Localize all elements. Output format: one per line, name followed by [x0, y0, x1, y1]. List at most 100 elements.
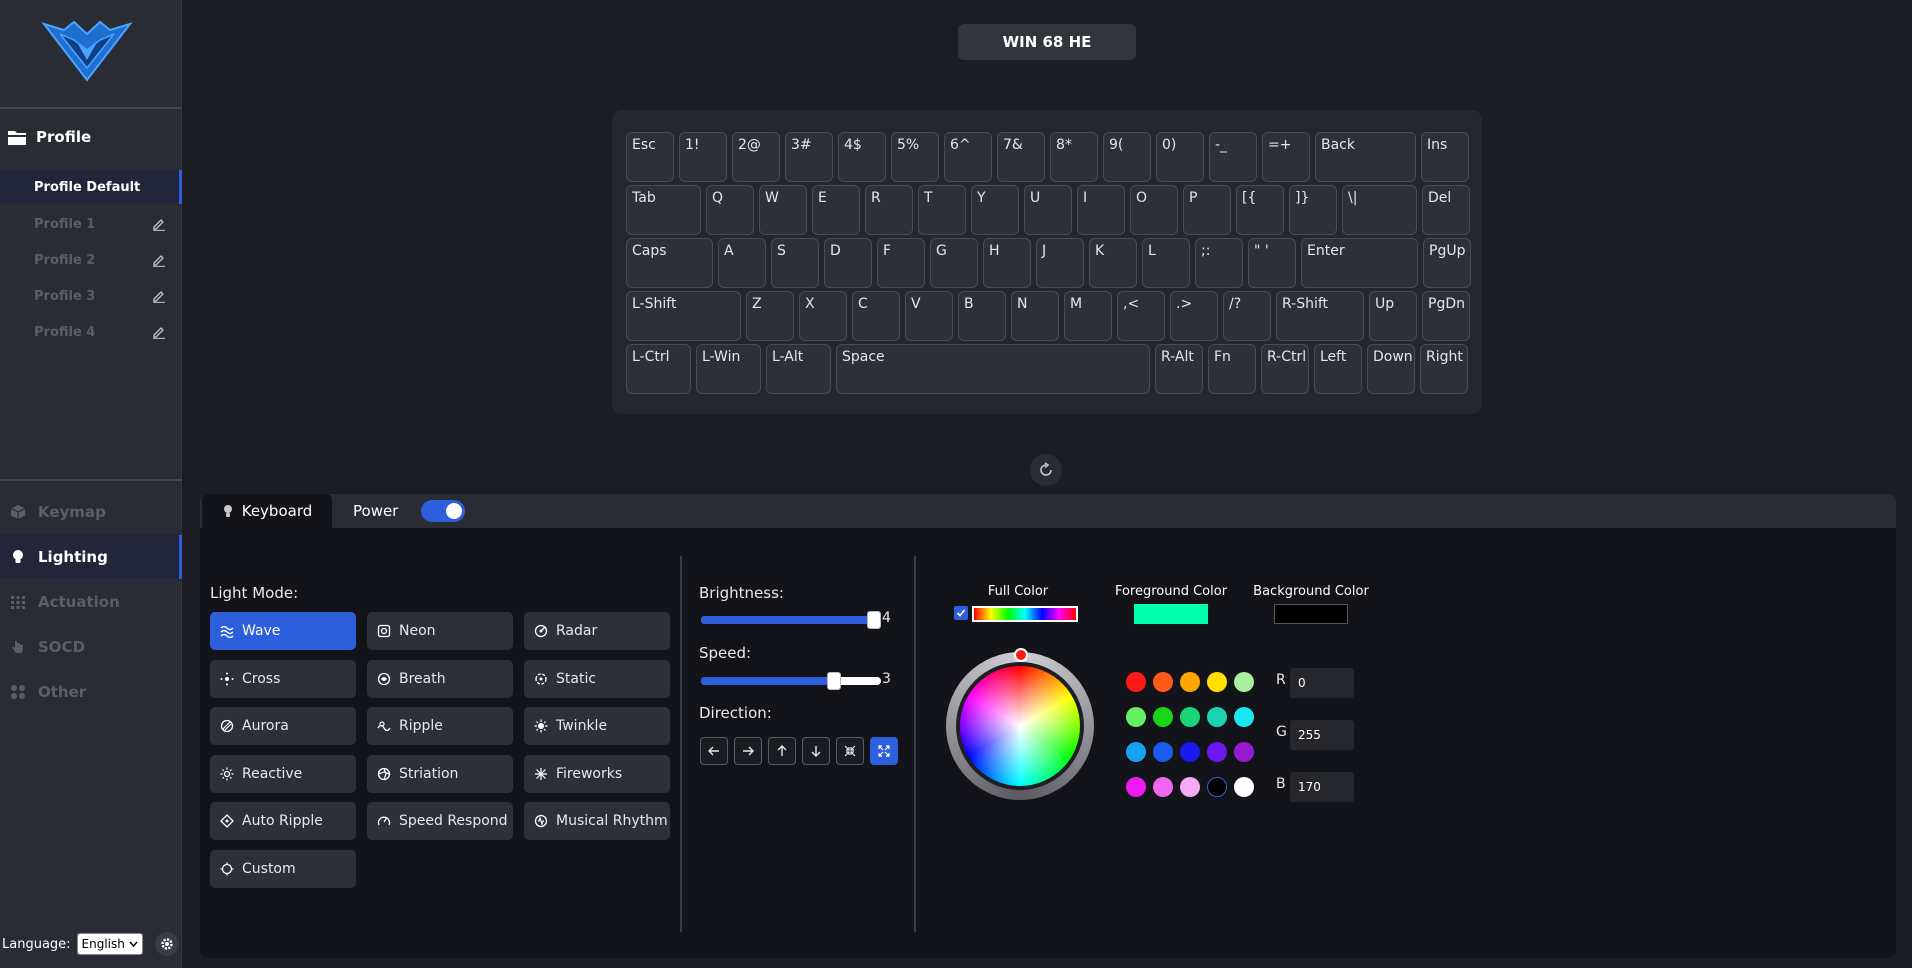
- key[interactable]: =+: [1262, 132, 1310, 182]
- direction-expand-button[interactable]: [870, 737, 898, 765]
- key[interactable]: Q: [706, 185, 754, 235]
- key[interactable]: Del: [1422, 185, 1470, 235]
- light-mode-button[interactable]: Twinkle: [524, 707, 670, 745]
- color-preset-swatch[interactable]: [1234, 742, 1254, 762]
- key[interactable]: M: [1064, 291, 1112, 341]
- key[interactable]: C: [852, 291, 900, 341]
- key[interactable]: V: [905, 291, 953, 341]
- key[interactable]: E: [812, 185, 860, 235]
- key[interactable]: R-Alt: [1155, 344, 1203, 394]
- key[interactable]: Tab: [626, 185, 701, 235]
- key[interactable]: H: [983, 238, 1031, 288]
- direction-right-button[interactable]: [734, 737, 762, 765]
- light-mode-button[interactable]: Cross: [210, 660, 356, 698]
- edit-icon[interactable]: [152, 217, 166, 231]
- color-wheel-marker[interactable]: [1014, 648, 1028, 662]
- light-mode-button[interactable]: Auto Ripple: [210, 802, 356, 840]
- key[interactable]: X: [799, 291, 847, 341]
- key[interactable]: L-Shift: [626, 291, 741, 341]
- key[interactable]: L: [1142, 238, 1190, 288]
- profile-item-4[interactable]: Profile 4: [0, 315, 182, 349]
- color-preset-swatch[interactable]: [1207, 672, 1227, 692]
- key[interactable]: A: [718, 238, 766, 288]
- key[interactable]: 4$: [838, 132, 886, 182]
- direction-left-button[interactable]: [700, 737, 728, 765]
- color-preset-swatch[interactable]: [1234, 707, 1254, 727]
- profile-item-default[interactable]: Profile Default: [0, 170, 182, 204]
- key[interactable]: 3#: [785, 132, 833, 182]
- key[interactable]: Back: [1315, 132, 1416, 182]
- tab-keyboard[interactable]: Keyboard: [202, 494, 332, 528]
- profile-item-2[interactable]: Profile 2: [0, 243, 182, 277]
- key[interactable]: R-Ctrl: [1261, 344, 1309, 394]
- nav-item-lighting[interactable]: Lighting: [0, 535, 182, 579]
- key[interactable]: Caps: [626, 238, 713, 288]
- color-preset-swatch[interactable]: [1180, 707, 1200, 727]
- reset-button[interactable]: [1030, 454, 1062, 486]
- key[interactable]: 0): [1156, 132, 1204, 182]
- nav-item-socd[interactable]: SOCD: [0, 625, 182, 669]
- key[interactable]: -_: [1209, 132, 1257, 182]
- power-toggle[interactable]: [421, 500, 465, 522]
- tab-power[interactable]: Power: [353, 502, 398, 520]
- key[interactable]: 7&: [997, 132, 1045, 182]
- color-preset-swatch[interactable]: [1234, 777, 1254, 797]
- nav-item-actuation[interactable]: Actuation: [0, 580, 182, 624]
- key[interactable]: Y: [971, 185, 1019, 235]
- light-mode-button[interactable]: Wave: [210, 612, 356, 650]
- color-preset-swatch[interactable]: [1180, 777, 1200, 797]
- direction-up-button[interactable]: [768, 737, 796, 765]
- light-mode-button[interactable]: Neon: [367, 612, 513, 650]
- key[interactable]: L-Ctrl: [626, 344, 691, 394]
- key[interactable]: .>: [1170, 291, 1218, 341]
- key[interactable]: O: [1130, 185, 1178, 235]
- key[interactable]: ]}: [1289, 185, 1337, 235]
- key[interactable]: Z: [746, 291, 794, 341]
- g-input[interactable]: 255: [1290, 720, 1354, 750]
- brightness-slider-thumb[interactable]: [866, 611, 881, 629]
- color-preset-swatch[interactable]: [1180, 742, 1200, 762]
- profile-item-3[interactable]: Profile 3: [0, 279, 182, 313]
- light-mode-button[interactable]: Ripple: [367, 707, 513, 745]
- key[interactable]: R-Shift: [1276, 291, 1364, 341]
- color-preset-swatch[interactable]: [1153, 707, 1173, 727]
- color-preset-swatch[interactable]: [1180, 672, 1200, 692]
- key[interactable]: T: [918, 185, 966, 235]
- key[interactable]: 1!: [679, 132, 727, 182]
- key[interactable]: N: [1011, 291, 1059, 341]
- color-preset-swatch[interactable]: [1234, 672, 1254, 692]
- language-select[interactable]: English: [76, 933, 143, 955]
- key[interactable]: R: [865, 185, 913, 235]
- color-preset-swatch[interactable]: [1126, 672, 1146, 692]
- color-preset-swatch[interactable]: [1126, 707, 1146, 727]
- light-mode-button[interactable]: Aurora: [210, 707, 356, 745]
- r-input[interactable]: 0: [1290, 668, 1354, 698]
- key[interactable]: Up: [1369, 291, 1417, 341]
- color-preset-swatch[interactable]: [1126, 777, 1146, 797]
- light-mode-button[interactable]: Static: [524, 660, 670, 698]
- key[interactable]: Fn: [1208, 344, 1256, 394]
- key[interactable]: J: [1036, 238, 1084, 288]
- key[interactable]: Right: [1420, 344, 1468, 394]
- key[interactable]: K: [1089, 238, 1137, 288]
- nav-item-keymap[interactable]: Keymap: [0, 490, 182, 534]
- key[interactable]: PgUp: [1423, 238, 1471, 288]
- color-preset-swatch[interactable]: [1153, 672, 1173, 692]
- nav-item-other[interactable]: Other: [0, 670, 182, 714]
- speed-slider-thumb[interactable]: [827, 672, 842, 690]
- color-preset-swatch[interactable]: [1207, 742, 1227, 762]
- key[interactable]: P: [1183, 185, 1231, 235]
- color-preset-swatch[interactable]: [1153, 742, 1173, 762]
- key[interactable]: S: [771, 238, 819, 288]
- key[interactable]: [{: [1236, 185, 1284, 235]
- light-mode-button[interactable]: Striation: [367, 755, 513, 793]
- key[interactable]: Down: [1367, 344, 1415, 394]
- profile-item-1[interactable]: Profile 1: [0, 207, 182, 241]
- key[interactable]: 2@: [732, 132, 780, 182]
- settings-button[interactable]: [154, 932, 179, 956]
- key[interactable]: 9(: [1103, 132, 1151, 182]
- key[interactable]: PgDn: [1422, 291, 1470, 341]
- brightness-slider[interactable]: [701, 611, 881, 629]
- key[interactable]: F: [877, 238, 925, 288]
- key[interactable]: Left: [1314, 344, 1362, 394]
